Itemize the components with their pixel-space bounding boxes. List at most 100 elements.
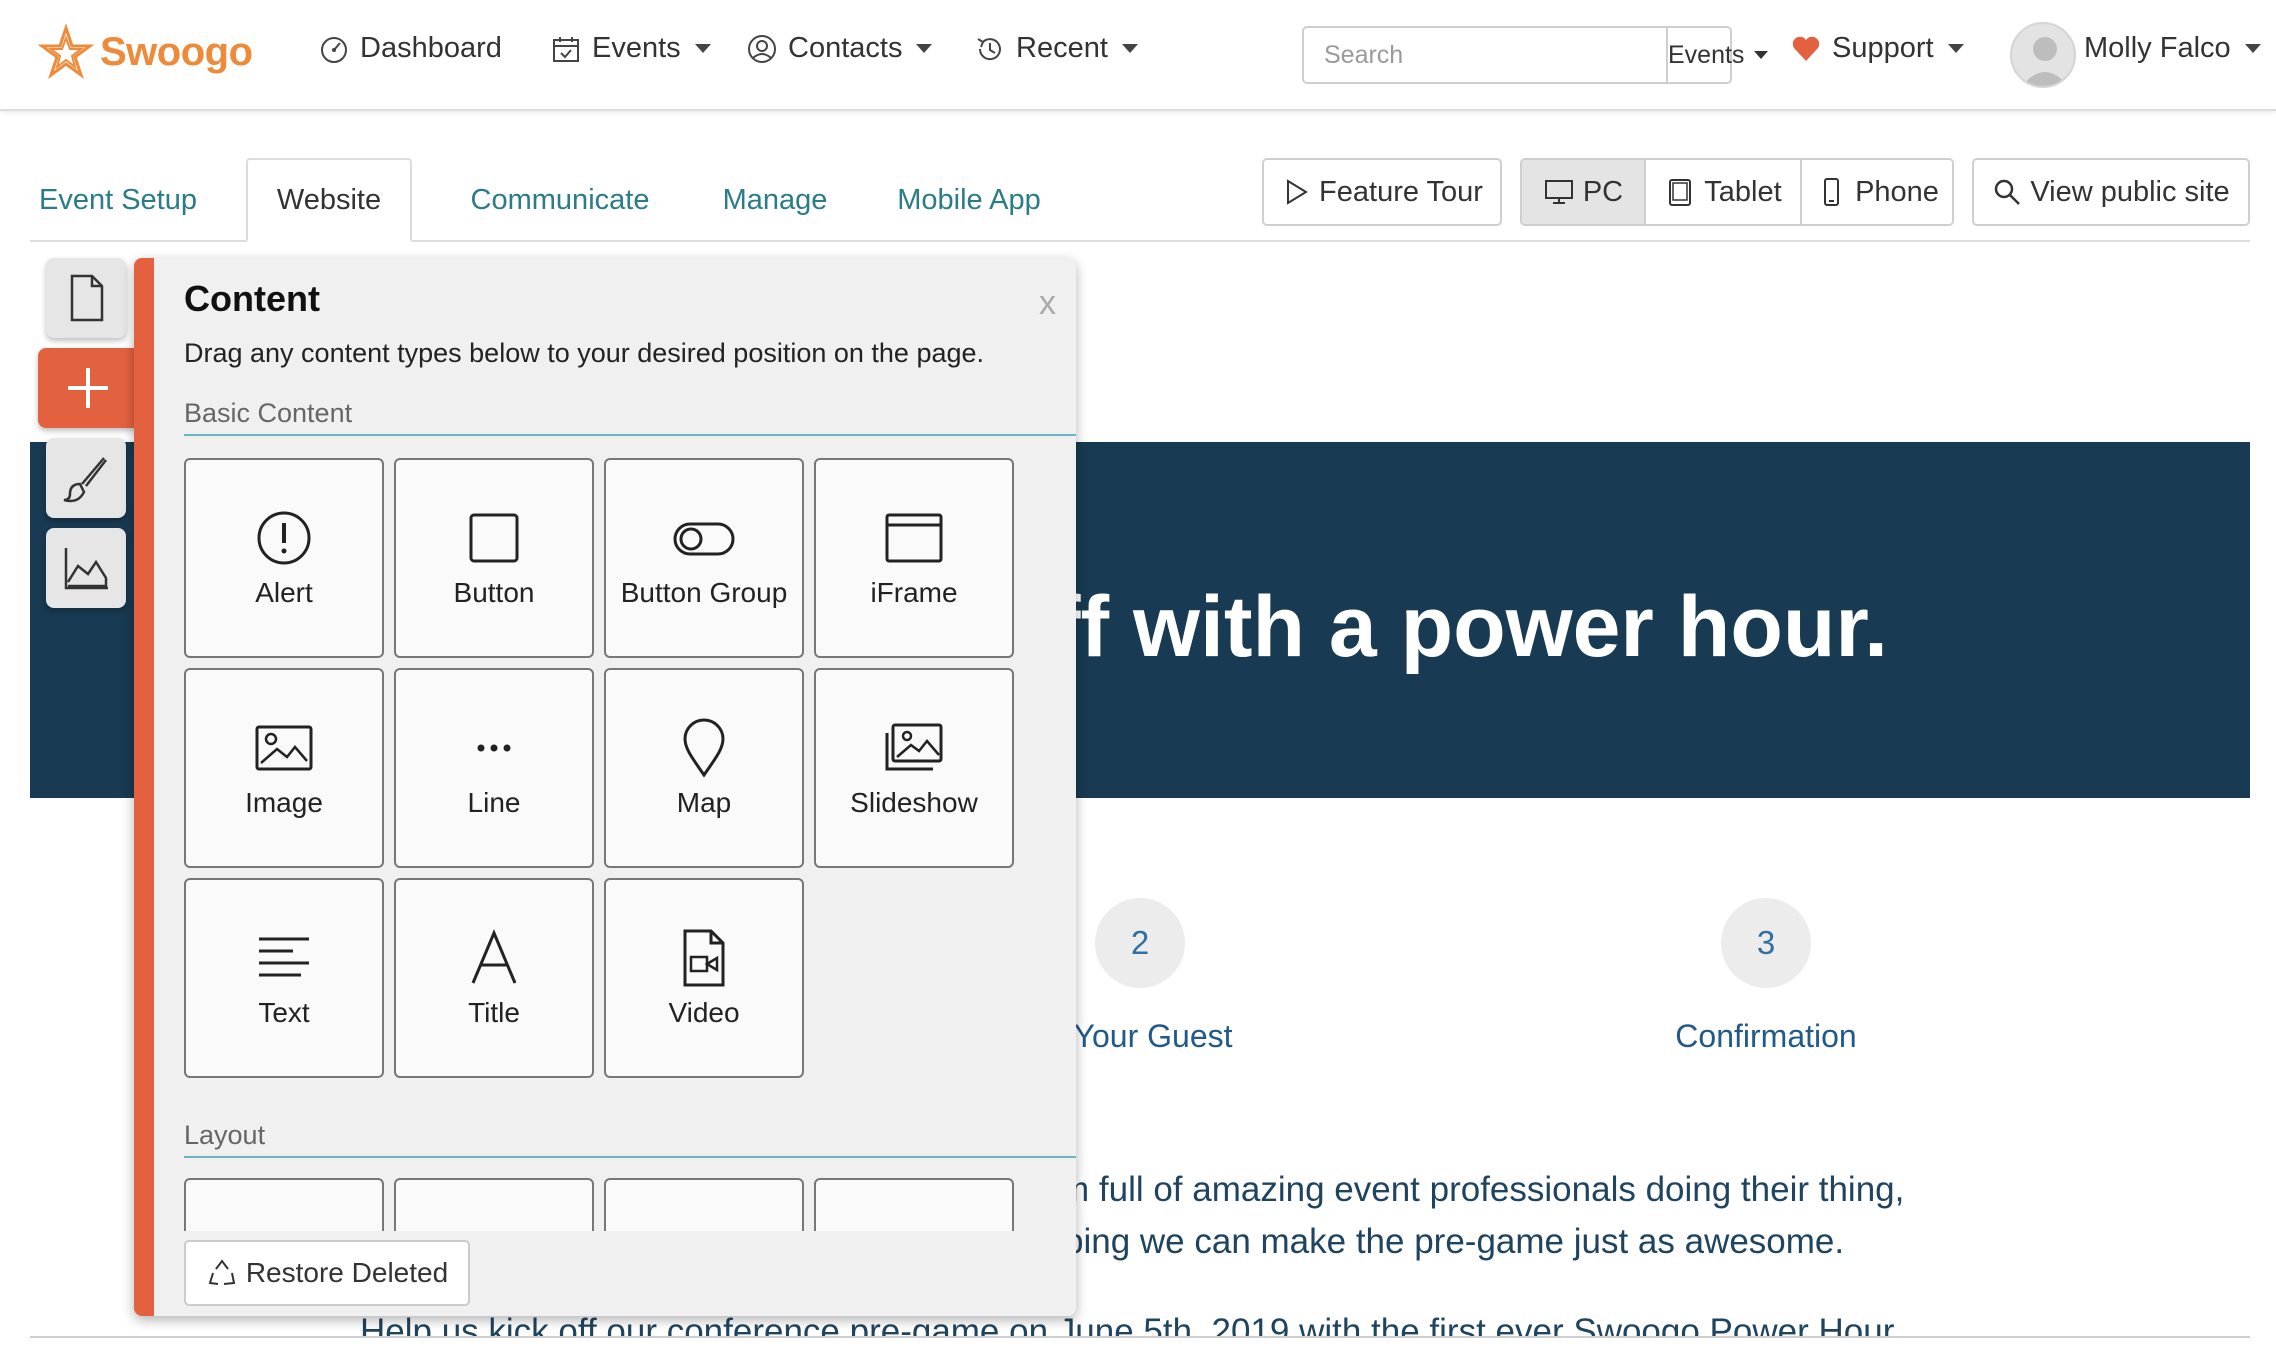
tab-mobile-app[interactable]: Mobile App xyxy=(866,158,1072,242)
tile-label: Image xyxy=(245,787,323,818)
swoogo-logo[interactable]: Swoogo xyxy=(38,24,253,80)
search-scope-label: Events xyxy=(1668,40,1745,69)
paintbrush-icon xyxy=(63,457,107,503)
panel-title: Content xyxy=(184,278,320,319)
calendar-check-icon xyxy=(553,36,579,62)
chevron-down-icon xyxy=(2244,44,2261,53)
device-phone-label: Phone xyxy=(1855,175,1939,208)
step-3-label: Confirmation xyxy=(1675,1018,1857,1054)
layout-tile[interactable] xyxy=(604,1178,804,1231)
chevron-down-icon xyxy=(1754,51,1769,59)
nav-contacts-label: Contacts xyxy=(788,32,903,64)
chevron-down-icon xyxy=(1947,44,1964,53)
step-3-number: 3 xyxy=(1721,898,1811,988)
device-phone-button[interactable]: Phone xyxy=(1802,160,1952,224)
body-text-line-2: ping we can make the pre-game just as aw… xyxy=(1064,1222,1845,1261)
avatar[interactable] xyxy=(2010,22,2076,88)
user-circle-icon xyxy=(748,34,776,63)
tab-communicate[interactable]: Communicate xyxy=(440,158,680,242)
device-tablet-label: Tablet xyxy=(1704,175,1782,208)
design-tool-button[interactable] xyxy=(46,438,126,518)
user-name: Molly Falco xyxy=(2084,32,2231,64)
tile-label: Text xyxy=(258,997,310,1028)
tile-label: Button Group xyxy=(620,577,788,608)
tab-manage[interactable]: Manage xyxy=(700,158,850,242)
layout-tile[interactable] xyxy=(184,1178,384,1231)
tile-button-group[interactable]: Button Group xyxy=(604,458,804,658)
tablet-icon xyxy=(1669,179,1692,206)
history-icon xyxy=(977,37,1001,60)
area-chart-icon xyxy=(64,548,108,590)
tile-text[interactable]: Text xyxy=(184,878,384,1078)
add-content-tool-button[interactable] xyxy=(38,348,138,428)
step-3: 3 Confirmation xyxy=(1616,898,1916,1055)
tile-alert[interactable]: Alert xyxy=(184,458,384,658)
plus-icon xyxy=(68,368,108,408)
nav-contacts[interactable]: Contacts xyxy=(746,32,933,65)
nav-dashboard[interactable]: Dashboard xyxy=(318,32,502,65)
nav-support[interactable]: Support xyxy=(1790,32,1964,65)
tile-button[interactable]: Button xyxy=(394,458,594,658)
step-2-number: 2 xyxy=(1095,898,1185,988)
recycle-icon xyxy=(208,1259,236,1285)
nav-events[interactable]: Events xyxy=(550,32,711,65)
device-tablet-button[interactable]: Tablet xyxy=(1646,160,1802,224)
page-icon xyxy=(70,274,104,322)
map-pin-icon xyxy=(683,718,725,778)
desktop-icon xyxy=(1544,180,1573,204)
close-icon[interactable]: x xyxy=(1039,284,1056,323)
pages-tool-button[interactable] xyxy=(46,258,126,338)
logo-text: Swoogo xyxy=(100,29,253,74)
restore-deleted-button[interactable]: Restore Deleted xyxy=(184,1240,470,1306)
analytics-tool-button[interactable] xyxy=(46,528,126,608)
tab-event-setup[interactable]: Event Setup xyxy=(30,158,206,242)
tile-slideshow[interactable]: Slideshow xyxy=(814,668,1014,868)
tile-video[interactable]: Video xyxy=(604,878,804,1078)
nav-recent[interactable]: Recent xyxy=(974,32,1138,65)
iframe-icon xyxy=(885,513,943,563)
tile-label: Line xyxy=(467,787,521,818)
section-divider xyxy=(184,1156,1076,1158)
nav-events-label: Events xyxy=(592,32,681,64)
tile-iframe[interactable]: iFrame xyxy=(814,458,1014,658)
swoogo-star-icon xyxy=(38,24,94,79)
tile-label: Title xyxy=(468,997,520,1028)
body-text-line-1: m full of amazing event professionals do… xyxy=(1060,1170,1905,1209)
chevron-down-icon xyxy=(694,44,711,53)
tile-title[interactable]: Title xyxy=(394,878,594,1078)
search-box: Events xyxy=(1302,26,1769,84)
device-pc-label: PC xyxy=(1582,175,1624,208)
device-toggle: PC Tablet Phone xyxy=(1520,158,1954,226)
slideshow-icon xyxy=(885,723,943,771)
layout-heading: Layout xyxy=(184,1120,266,1150)
tile-map[interactable]: Map xyxy=(604,668,804,868)
nav-recent-label: Recent xyxy=(1016,32,1108,64)
basic-content-heading: Basic Content xyxy=(184,398,353,428)
layout-tiles-row xyxy=(184,1178,1076,1231)
title-letter-icon xyxy=(471,929,517,984)
search-scope-dropdown[interactable]: Events xyxy=(1666,28,1769,82)
tile-image[interactable]: Image xyxy=(184,668,384,868)
layout-tile[interactable] xyxy=(814,1178,1014,1231)
chevron-down-icon xyxy=(1121,44,1138,53)
gauge-icon xyxy=(321,36,347,63)
device-pc-button[interactable]: PC xyxy=(1522,160,1646,224)
video-file-icon xyxy=(683,929,725,987)
heart-icon xyxy=(1792,36,1820,61)
tile-line[interactable]: Line xyxy=(394,668,594,868)
feature-tour-button[interactable]: Feature Tour xyxy=(1262,158,1502,226)
tile-label: Alert xyxy=(255,577,313,608)
tile-label: Button xyxy=(453,577,535,608)
play-icon xyxy=(1287,179,1308,205)
layout-tile[interactable] xyxy=(394,1178,594,1231)
view-public-site-label: View public site xyxy=(2030,175,2230,208)
search-icon xyxy=(1995,179,2021,205)
user-menu[interactable]: Molly Falco xyxy=(2084,32,2261,65)
tile-label: Map xyxy=(676,787,732,818)
nav-support-label: Support xyxy=(1832,32,1934,64)
panel-description: Drag any content types below to your des… xyxy=(184,338,985,368)
view-public-site-button[interactable]: View public site xyxy=(1972,158,2250,226)
search-input[interactable] xyxy=(1304,28,1666,82)
alert-icon xyxy=(257,511,311,565)
tab-website[interactable]: Website xyxy=(246,158,412,242)
